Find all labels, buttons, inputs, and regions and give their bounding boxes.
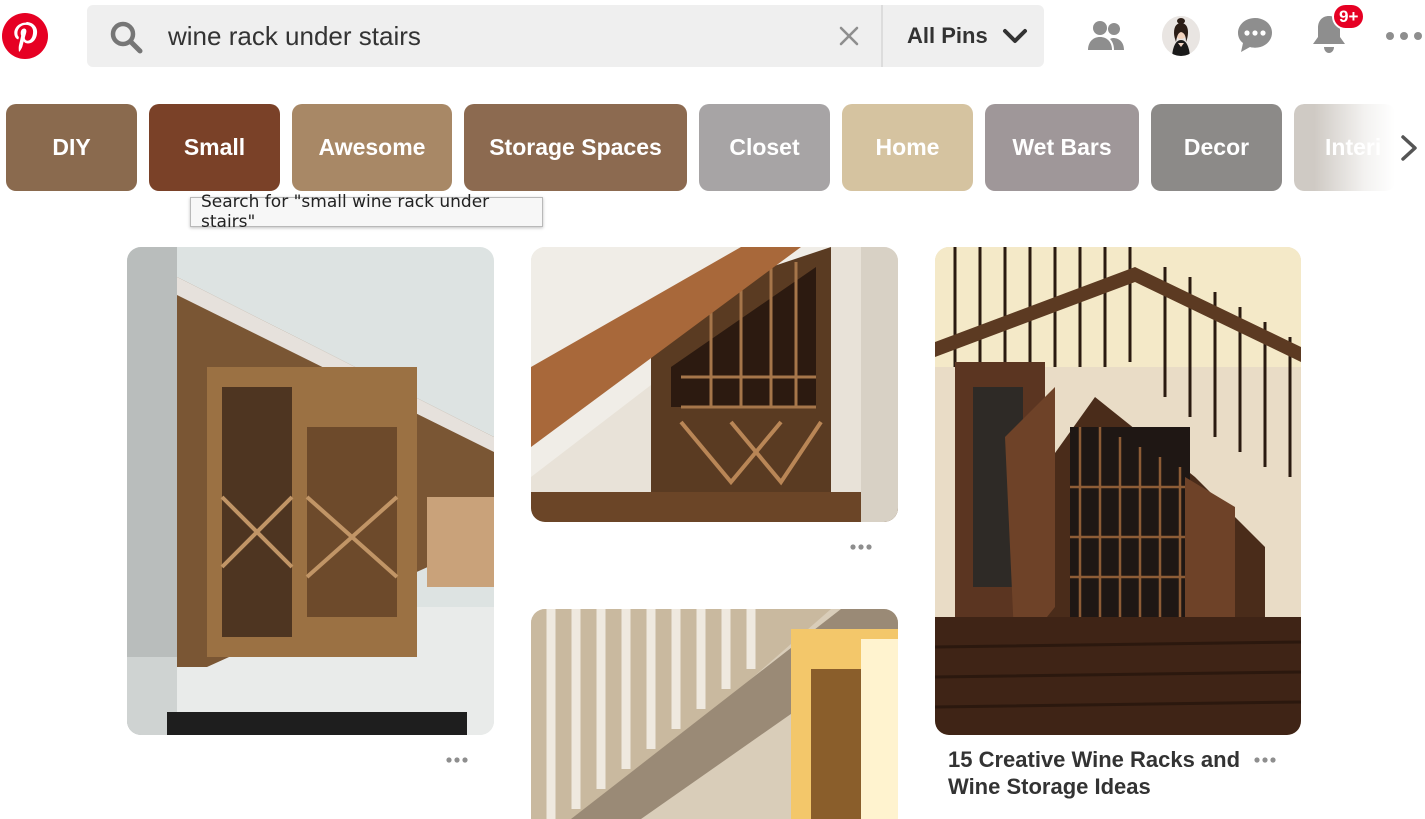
guide-chip-label: DIY xyxy=(52,134,91,160)
guide-chip-diy[interactable]: DIY xyxy=(6,104,137,191)
people-icon[interactable] xyxy=(1087,18,1125,54)
pin-more-icon[interactable] xyxy=(1254,756,1276,764)
guide-tooltip: Search for "small wine rack under stairs… xyxy=(190,192,543,232)
guide-chip-wet-bars[interactable]: Wet Bars xyxy=(985,104,1139,191)
guide-chip-label: Interi xyxy=(1325,134,1382,160)
pin-title[interactable]: 15 Creative Wine Racks and Wine Storage … xyxy=(948,746,1248,800)
pinterest-logo[interactable] xyxy=(2,13,48,59)
pin-image[interactable] xyxy=(531,609,898,819)
guide-chip-label: Home xyxy=(875,134,940,160)
pin-image[interactable] xyxy=(935,247,1301,735)
guide-chip-storage-spaces[interactable]: Storage Spaces xyxy=(464,104,687,191)
clear-icon[interactable] xyxy=(838,25,860,47)
guide-chip-label: Wet Bars xyxy=(1012,134,1112,160)
messages-icon[interactable] xyxy=(1236,16,1274,54)
search-scope-label: All Pins xyxy=(907,23,988,48)
chevron-down-icon xyxy=(1002,29,1027,43)
guide-chips-row: DIY Small Awesome Storage Spaces Closet … xyxy=(0,104,1395,192)
search-icon[interactable] xyxy=(109,20,143,54)
guide-chip-decor[interactable]: Decor xyxy=(1151,104,1282,191)
guide-chip-label: Awesome xyxy=(318,134,426,160)
guide-chip-label: Storage Spaces xyxy=(489,134,662,160)
chevron-right-icon[interactable] xyxy=(1398,133,1420,163)
guide-chip-small[interactable]: Small xyxy=(149,104,280,191)
guide-chip-label: Closet xyxy=(729,134,800,160)
more-icon[interactable] xyxy=(1385,28,1423,44)
guide-chip-awesome[interactable]: Awesome xyxy=(292,104,452,191)
guide-chip-closet[interactable]: Closet xyxy=(699,104,830,191)
search-input[interactable] xyxy=(168,16,808,56)
avatar[interactable] xyxy=(1162,16,1200,56)
guide-chip-interior[interactable]: Interi xyxy=(1294,104,1395,191)
search-scope-dropdown[interactable]: All Pins xyxy=(883,5,1044,67)
notification-badge: 9+ xyxy=(1332,3,1366,30)
guide-chip-label: Small xyxy=(183,134,246,160)
guide-chip-home[interactable]: Home xyxy=(842,104,973,191)
pin-image[interactable] xyxy=(127,247,494,735)
pin-more-icon[interactable] xyxy=(446,756,468,764)
pin-more-icon[interactable] xyxy=(850,543,872,551)
pin-image[interactable] xyxy=(531,247,898,522)
guide-chip-label: Decor xyxy=(1183,134,1250,160)
